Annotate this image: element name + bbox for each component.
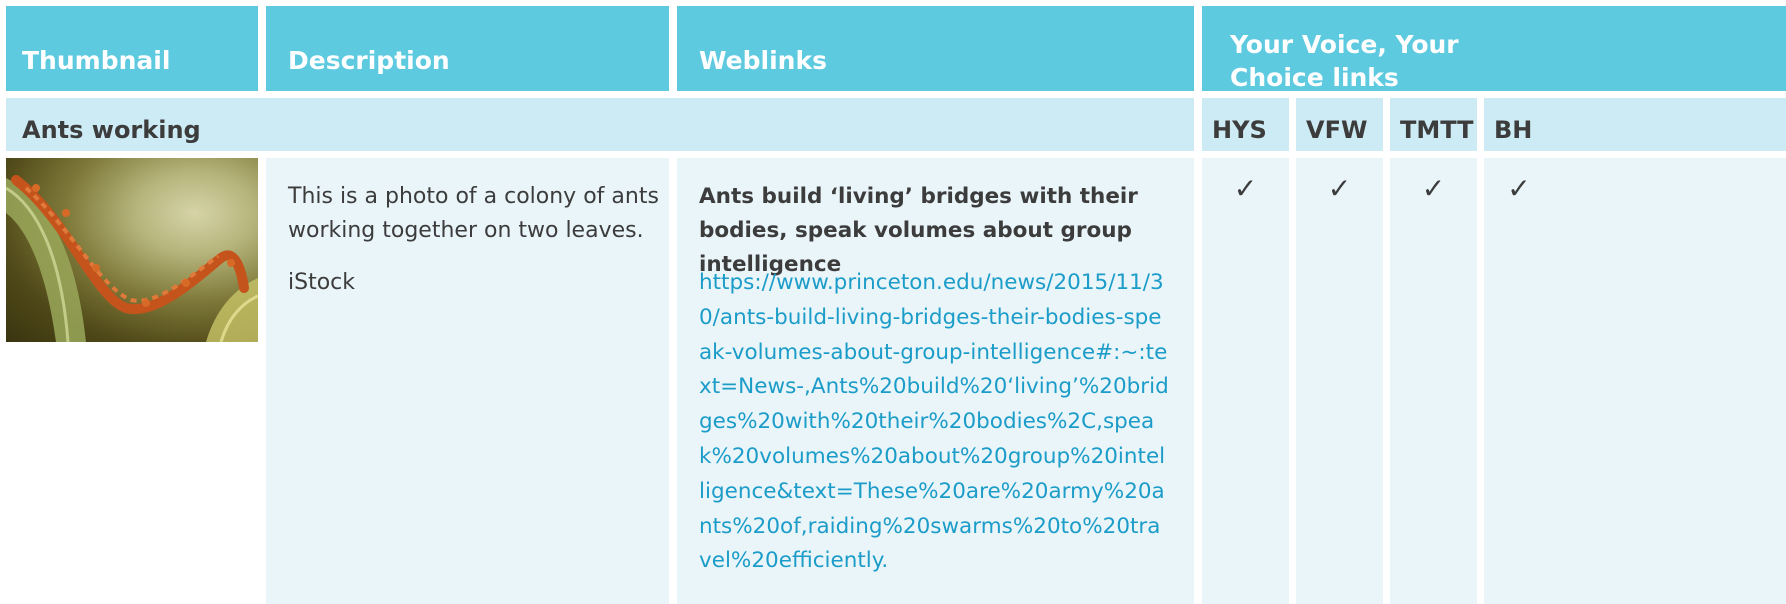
code-hys: HYS — [1212, 116, 1267, 144]
code-cell-hys: HYS — [1202, 98, 1289, 151]
weblink-url[interactable]: https://www.princeton.edu/news/2015/11/3… — [699, 266, 1169, 579]
code-cell-tmtt: TMTT — [1390, 98, 1477, 151]
header-your-voice: Your Voice, Your Choice links — [1202, 6, 1786, 92]
header-thumbnail: Thumbnail — [6, 6, 258, 91]
row-title-cell: Ants working — [6, 98, 1194, 151]
check-cell-bh: ✓ — [1484, 158, 1786, 604]
header-weblinks: Weblinks — [677, 6, 1194, 91]
code-tmtt: TMTT — [1400, 116, 1474, 144]
header-description-label: Description — [288, 46, 450, 75]
check-cell-hys: ✓ — [1202, 158, 1289, 604]
thumbnail-cell — [0, 158, 258, 604]
check-tmtt-icon: ✓ — [1421, 172, 1446, 205]
check-hys-icon: ✓ — [1233, 172, 1258, 205]
header-weblinks-label: Weblinks — [699, 46, 827, 75]
check-cell-tmtt: ✓ — [1390, 158, 1477, 604]
check-vfw-icon: ✓ — [1327, 172, 1352, 205]
image-credit: iStock — [288, 270, 355, 295]
header-description: Description — [266, 6, 669, 91]
check-bh-icon: ✓ — [1507, 172, 1531, 205]
ants-bridge-photo-icon — [6, 158, 258, 342]
code-cell-bh: BH — [1484, 98, 1786, 151]
code-cell-vfw: VFW — [1296, 98, 1383, 151]
header-thumbnail-label: Thumbnail — [22, 46, 171, 75]
description-text: This is a photo of a colony of ants work… — [288, 184, 659, 243]
description-cell: This is a photo of a colony of ants work… — [266, 158, 669, 604]
weblinks-cell: Ants build ‘living’ bridges with their b… — [677, 158, 1194, 604]
check-cell-vfw: ✓ — [1296, 158, 1383, 604]
code-bh: BH — [1494, 116, 1533, 144]
code-vfw: VFW — [1306, 116, 1368, 144]
header-your-voice-label: Your Voice, Your Choice links — [1230, 30, 1459, 92]
row-title: Ants working — [22, 116, 201, 144]
ants-photo-svg — [6, 175, 258, 342]
resource-table: Thumbnail Description Weblinks Your Voic… — [0, 0, 1786, 604]
